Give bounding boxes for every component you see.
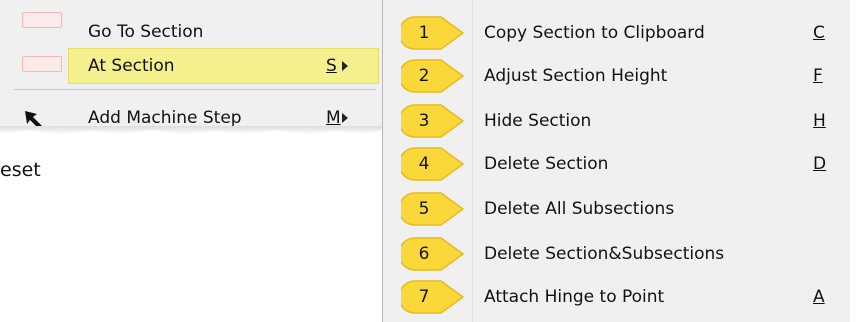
submenu-item-label: Attach Hinge to Point [484, 287, 665, 307]
badge-number: 7 [418, 287, 430, 307]
submenu-item-delete-all-subsections[interactable]: 5 Delete All Subsections [383, 187, 850, 231]
submenu-item-label: Copy Section to Clipboard [484, 23, 705, 43]
badge-number: 5 [418, 199, 430, 219]
submenu-item-shortcut: A [813, 287, 825, 307]
submenu-item-attach-hinge[interactable]: 7 Attach Hinge to Point A [383, 275, 850, 319]
submenu-item-shortcut: H [813, 111, 826, 131]
submenu-arrow-icon [342, 61, 348, 71]
submenu-arrow-icon [342, 113, 348, 123]
badge-number: 3 [418, 111, 430, 131]
badge-number: 6 [418, 244, 430, 264]
submenu-item-label: Delete All Subsections [484, 199, 675, 219]
parent-context-menu: Go To Section At Section S Add Machine S… [0, 0, 384, 130]
menu-item-add-machine-step[interactable]: Add Machine Step M [0, 100, 383, 136]
submenu-item-delete-section[interactable]: 4 Delete Section D [383, 142, 850, 186]
badge-number: 2 [418, 66, 430, 86]
submenu-item-adjust-height[interactable]: 2 Adjust Section Height F [383, 54, 850, 98]
menu-item-shortcut: S [326, 56, 337, 76]
at-section-submenu: 1 Copy Section to Clipboard C 2 Adjust S… [382, 0, 850, 322]
menu-item-label: Go To Section [88, 22, 204, 42]
menu-item-label: Add Machine Step [88, 108, 242, 128]
menu-item-shortcut: M [326, 108, 341, 128]
submenu-item-delete-section-and-subsections[interactable]: 6 Delete Section&Subsections [383, 232, 850, 276]
submenu-item-hide-section[interactable]: 3 Hide Section H [383, 99, 850, 143]
badge-number: 1 [418, 23, 430, 43]
submenu-item-label: Adjust Section Height [484, 66, 668, 86]
menu-item-at-section[interactable]: At Section S [0, 48, 383, 84]
submenu-item-label: Hide Section [484, 111, 592, 131]
menu-item-label: At Section [88, 56, 175, 76]
menu-item-go-to-section[interactable]: Go To Section [0, 14, 383, 50]
menu-separator [14, 89, 376, 90]
submenu-item-label: Delete Section [484, 154, 609, 174]
submenu-item-label: Delete Section&Subsections [484, 244, 725, 264]
submenu-item-shortcut: F [813, 66, 823, 86]
background-text: eset [0, 159, 41, 181]
submenu-item-shortcut: D [813, 154, 827, 174]
submenu-item-copy-section[interactable]: 1 Copy Section to Clipboard C [383, 11, 850, 55]
submenu-item-shortcut: C [813, 23, 825, 43]
badge-number: 4 [418, 154, 430, 174]
